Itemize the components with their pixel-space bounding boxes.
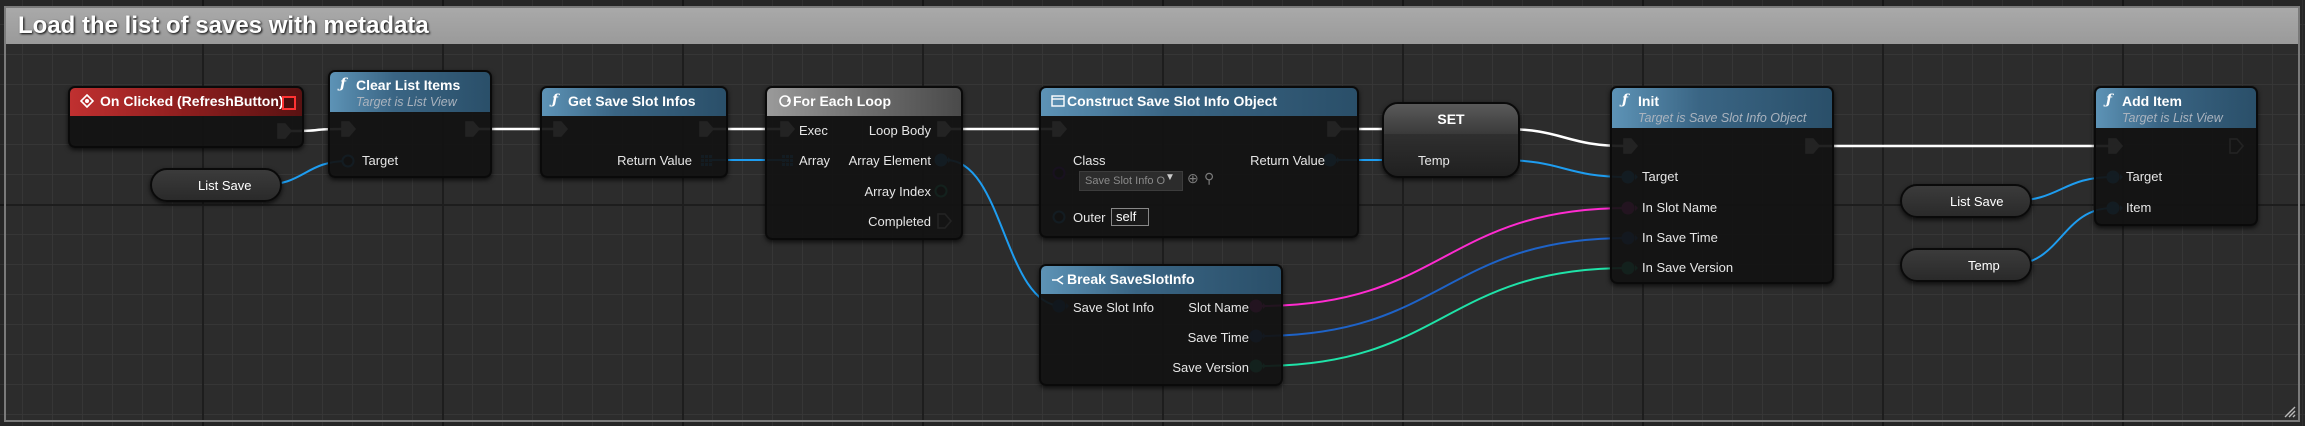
loop-body-pin-label: Loop Body	[868, 123, 931, 138]
slot-name-pin-label: Slot Name	[1188, 300, 1249, 315]
list-save-variable-node-2[interactable]: List Save	[1900, 184, 2032, 218]
node-title: Init	[1638, 93, 1659, 109]
save-time-pin-label: Save Time	[1187, 330, 1249, 345]
node-subtitle: Target is Save Slot Info Object	[1638, 111, 1807, 125]
in-slot-name-pin-label: In Slot Name	[1642, 200, 1718, 215]
array-index-pin-label: Array Index	[864, 184, 931, 199]
node-title: On Clicked (RefreshButton)	[100, 93, 284, 109]
array-element-pin-label: Array Element	[848, 153, 931, 168]
node-subtitle: Target is List View	[356, 95, 457, 109]
node-title: Clear List Items	[356, 77, 461, 93]
in-save-time-pin-label: In Save Time	[1642, 230, 1718, 245]
return-value-pin-label: Return Value	[1250, 153, 1325, 168]
array-pin-label: Array	[799, 153, 831, 168]
function-icon: ƒ	[340, 76, 347, 92]
completed-pin-label: Completed	[868, 214, 931, 229]
target-pin-label: Target	[362, 153, 399, 168]
on-clicked-event-node[interactable]: On Clicked (RefreshButton)	[68, 86, 304, 148]
set-variable-node[interactable]: SET Temp	[1382, 102, 1520, 178]
variable-label: List Save	[1950, 194, 2004, 209]
delegate-pin[interactable]	[282, 96, 296, 110]
function-icon: ƒ	[552, 92, 559, 108]
blueprint-graph-canvas[interactable]: Load the list of saves with metadata On …	[0, 0, 2305, 426]
node-title: For Each Loop	[793, 93, 891, 109]
target-pin-label: Target	[2126, 169, 2163, 184]
variable-label: List Save	[198, 178, 252, 193]
break-save-slot-info-node[interactable]: Break SaveSlotInfo Save Slot Info Slot N…	[1039, 264, 1283, 386]
event-diamond-icon	[80, 94, 94, 108]
outer-value-field[interactable]: self	[1111, 208, 1149, 226]
save-slot-info-pin-label: Save Slot Info	[1073, 300, 1154, 315]
chevron-down-icon[interactable]: ▼	[1165, 172, 1175, 183]
for-each-loop-node[interactable]: For Each Loop Exec Array Loop Body Array…	[765, 86, 963, 240]
in-save-version-pin-label: In Save Version	[1642, 260, 1734, 275]
function-icon: ƒ	[1622, 92, 1629, 108]
get-save-slot-infos-node[interactable]: ƒ Get Save Slot Infos Return Value	[540, 86, 728, 178]
construct-icon	[1051, 95, 1065, 107]
temp-variable-node[interactable]: Temp	[1900, 248, 2032, 282]
return-value-pin-label: Return Value	[617, 153, 692, 168]
list-save-variable-node[interactable]: List Save	[150, 168, 282, 202]
node-title: Get Save Slot Infos	[568, 93, 696, 109]
temp-pin-label: Temp	[1418, 153, 1450, 168]
outer-pin-label: Outer	[1073, 210, 1106, 225]
loop-icon	[779, 95, 791, 107]
class-pin-label: Class	[1073, 153, 1106, 168]
node-subtitle: Target is List View	[2122, 111, 2223, 125]
add-item-node[interactable]: ƒ Add Item Target is List View Target It…	[2094, 86, 2258, 226]
exec-wire-6[interactable]	[1502, 127, 1627, 148]
node-title: Construct Save Slot Info Object	[1067, 93, 1278, 109]
save-time-wire[interactable]	[1259, 237, 1629, 337]
exec-pin-label: Exec	[799, 123, 828, 138]
save-version-wire[interactable]	[1259, 267, 1629, 367]
save-version-pin-label: Save Version	[1172, 360, 1249, 375]
clear-list-items-node[interactable]: ƒ Clear List Items Target is List View T…	[328, 70, 492, 178]
node-title: SET	[1437, 111, 1465, 127]
item-pin-label: Item	[2126, 200, 2152, 215]
use-selected-asset-icon[interactable]: ⊕	[1187, 170, 1199, 187]
init-function-node[interactable]: ƒ Init Target is Save Slot Info Object T…	[1610, 86, 1834, 284]
break-struct-icon	[1052, 275, 1064, 285]
target-pin-label: Target	[1642, 169, 1679, 184]
node-title: Break SaveSlotInfo	[1067, 271, 1195, 287]
variable-label: Temp	[1968, 258, 2000, 273]
function-icon: ƒ	[2106, 92, 2113, 108]
browse-asset-icon[interactable]: ⚲	[1204, 170, 1214, 187]
node-title: Add Item	[2122, 93, 2182, 109]
construct-object-node[interactable]: Construct Save Slot Info Object Class Sa…	[1039, 86, 1359, 238]
